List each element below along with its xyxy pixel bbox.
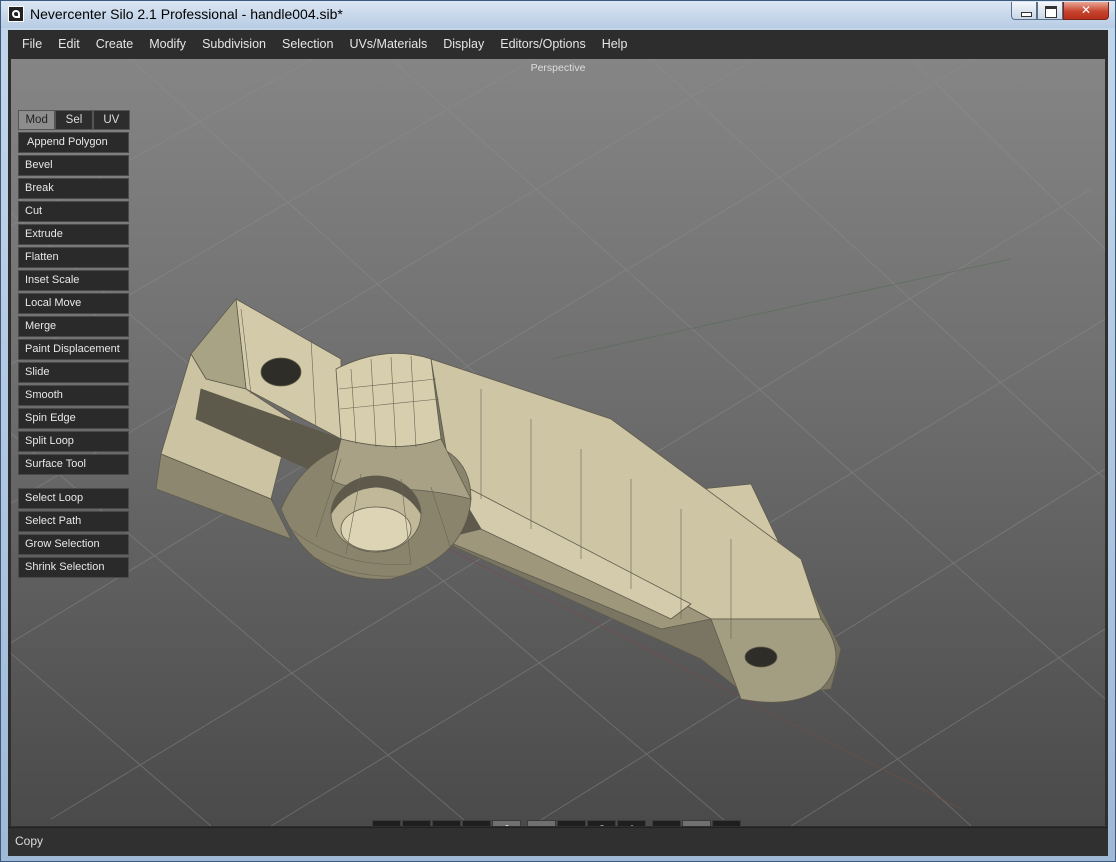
face-mode-icon[interactable] [432, 820, 461, 826]
manipulator-group [527, 820, 646, 826]
tab-sel[interactable]: Sel [55, 110, 93, 130]
menu-modify[interactable]: Modify [141, 30, 194, 58]
menu-bar: File Edit Create Modify Subdivision Sele… [8, 30, 1108, 58]
bevel-button[interactable]: Bevel [18, 155, 129, 176]
spin-edge-button[interactable]: Spin Edge [18, 408, 129, 429]
edge-mode-icon[interactable] [402, 820, 431, 826]
viewport-label: Perspective [530, 62, 586, 74]
smooth-button[interactable]: Smooth [18, 385, 129, 406]
status-bar: Copy [8, 827, 1108, 856]
selection-tool-group [652, 820, 741, 826]
local-move-button[interactable]: Local Move [18, 293, 129, 314]
paint-select-icon[interactable] [712, 820, 741, 826]
merge-button[interactable]: Merge [18, 316, 129, 337]
handle-model[interactable] [155, 298, 842, 703]
bottom-toolbar [372, 820, 741, 826]
surface-tool-button[interactable]: Surface Tool [18, 454, 129, 475]
status-text: Copy [15, 834, 44, 848]
paint-displacement-button[interactable]: Paint Displacement [18, 339, 129, 360]
lasso-select-icon[interactable] [652, 820, 681, 826]
flatten-button[interactable]: Flatten [18, 247, 129, 268]
break-button[interactable]: Break [18, 178, 129, 199]
menu-editors-options[interactable]: Editors/Options [492, 30, 593, 58]
menu-file[interactable]: File [8, 30, 50, 58]
tab-uv[interactable]: UV [92, 110, 130, 130]
object-mode-icon[interactable] [492, 820, 521, 826]
select-loop-button[interactable]: Select Loop [18, 488, 129, 509]
menu-display[interactable]: Display [435, 30, 492, 58]
title-bar[interactable]: Nevercenter Silo 2.1 Professional - hand… [1, 1, 1115, 28]
application-window: Nevercenter Silo 2.1 Professional - hand… [0, 0, 1116, 862]
menu-edit[interactable]: Edit [50, 30, 88, 58]
inset-scale-button[interactable]: Inset Scale [18, 270, 129, 291]
face-select-icon[interactable] [462, 820, 491, 826]
rectangle-select-icon[interactable] [682, 820, 711, 826]
universal-manipulator-icon[interactable] [617, 820, 646, 826]
panel-tabs: Mod Sel UV [18, 110, 130, 130]
append-polygon-button[interactable]: Append Polygon [18, 132, 129, 153]
perspective-viewport[interactable]: Perspective Mod Sel UV Append Polygon Be… [11, 59, 1105, 826]
rotate-manipulator-icon[interactable] [557, 820, 586, 826]
menu-create[interactable]: Create [88, 30, 142, 58]
minimize-icon[interactable] [1011, 2, 1037, 20]
shrink-selection-button[interactable]: Shrink Selection [18, 557, 129, 578]
scene-3d[interactable] [11, 59, 1105, 826]
select-path-button[interactable]: Select Path [18, 511, 129, 532]
move-manipulator-icon[interactable] [527, 820, 556, 826]
selection-mode-group [372, 820, 521, 826]
close-icon[interactable] [1063, 2, 1109, 20]
slide-button[interactable]: Slide [18, 362, 129, 383]
vertex-mode-icon[interactable] [372, 820, 401, 826]
silo-app-icon[interactable] [8, 6, 24, 22]
menu-selection[interactable]: Selection [274, 30, 341, 58]
client-area: File Edit Create Modify Subdivision Sele… [8, 30, 1108, 856]
window-title: Nevercenter Silo 2.1 Professional - hand… [30, 6, 343, 22]
scale-manipulator-icon[interactable] [587, 820, 616, 826]
tab-mod[interactable]: Mod [18, 110, 56, 130]
grow-selection-button[interactable]: Grow Selection [18, 534, 129, 555]
menu-subdivision[interactable]: Subdivision [194, 30, 274, 58]
split-loop-button[interactable]: Split Loop [18, 431, 129, 452]
maximize-icon[interactable] [1037, 2, 1063, 20]
extrude-button[interactable]: Extrude [18, 224, 129, 245]
tool-panel: Mod Sel UV Append Polygon Bevel Break Cu… [18, 110, 130, 580]
menu-uvs-materials[interactable]: UVs/Materials [341, 30, 435, 58]
menu-help[interactable]: Help [594, 30, 636, 58]
cut-button[interactable]: Cut [18, 201, 129, 222]
